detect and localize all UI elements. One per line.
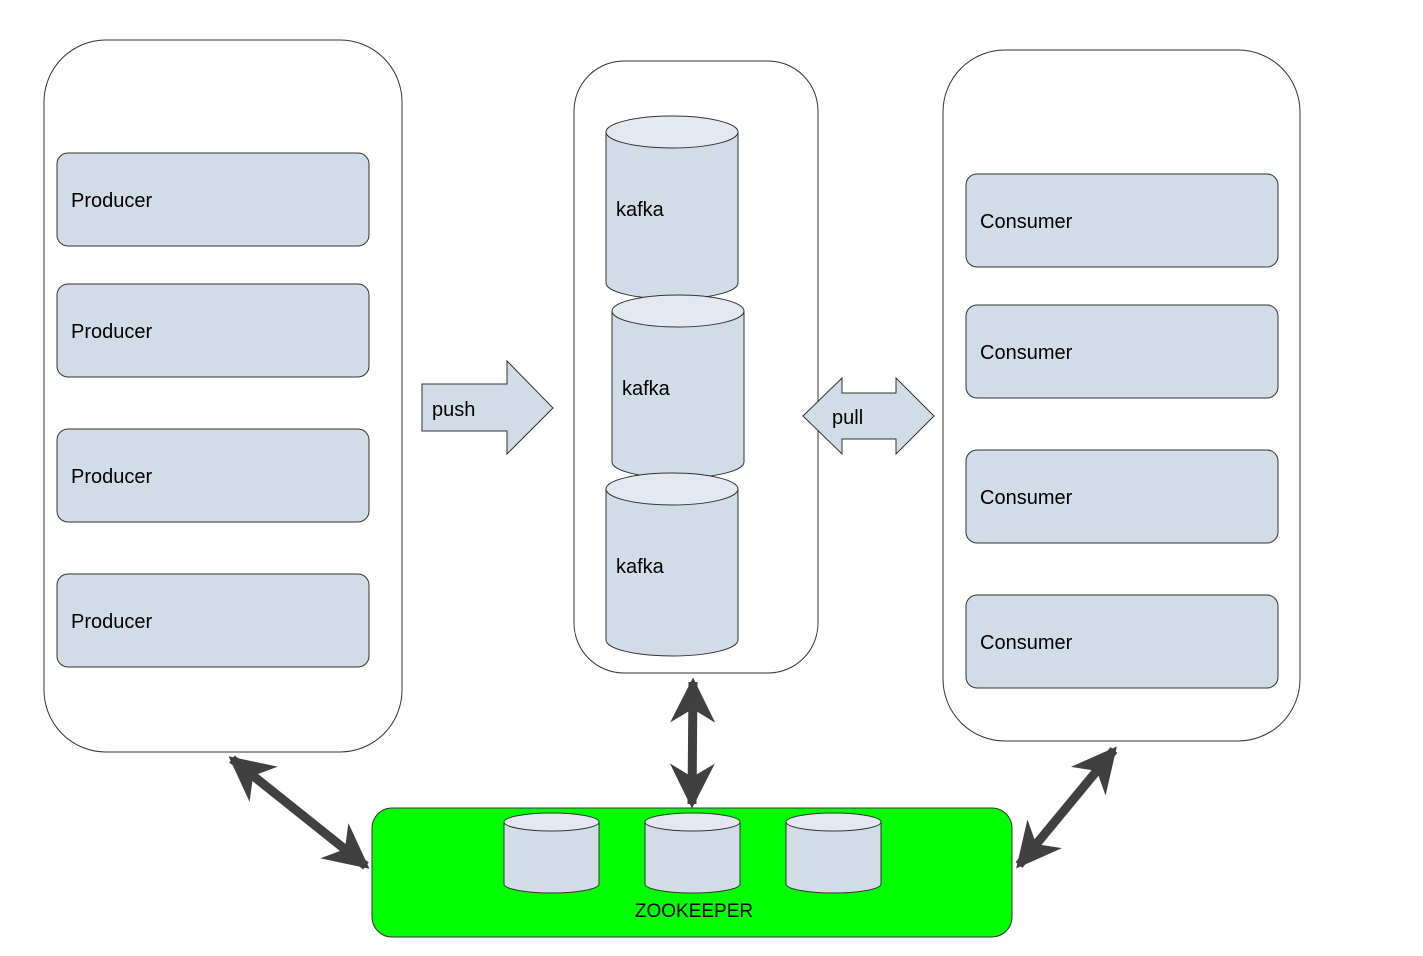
- zookeeper-label: ZOOKEEPER: [635, 901, 753, 922]
- producer-label: Producer: [71, 466, 152, 488]
- consumer-label: Consumer: [980, 487, 1073, 509]
- producer-label: Producer: [71, 321, 152, 343]
- zookeeper-ensemble: ZOOKEEPER: [371, 807, 1013, 938]
- kafka-architecture-diagram: ProducerProducerProducerProducer kafkaka…: [43, 39, 1301, 938]
- push-label: push: [432, 399, 475, 421]
- kafka-label: kafka: [616, 199, 665, 221]
- consumer-box: Consumer: [965, 594, 1279, 689]
- producer-box: Producer: [56, 428, 370, 523]
- pull-arrow: pull: [802, 376, 935, 456]
- broker-list: kafka kafka kafka: [605, 115, 745, 657]
- consumer-box: Consumer: [965, 173, 1279, 268]
- consumer-box: Consumer: [965, 304, 1279, 399]
- producer-label: Producer: [71, 190, 152, 212]
- zookeeper-node: [644, 812, 741, 894]
- consumer-label: Consumer: [980, 632, 1073, 654]
- kafka-broker: kafka: [611, 294, 745, 479]
- producer-label: Producer: [71, 611, 152, 633]
- pull-label: pull: [832, 407, 863, 429]
- producer-zookeeper-connector: [228, 755, 370, 870]
- consumer-box: Consumer: [965, 449, 1279, 544]
- push-arrow: push: [421, 359, 554, 456]
- kafka-zookeeper-connector: [669, 677, 716, 809]
- consumer-label: Consumer: [980, 342, 1073, 364]
- zookeeper-node: [503, 812, 600, 894]
- kafka-broker: kafka: [605, 115, 739, 300]
- kafka-label: kafka: [622, 378, 671, 400]
- zookeeper-node: [785, 812, 882, 894]
- kafka-broker: kafka: [605, 472, 739, 657]
- producer-box: Producer: [56, 573, 370, 668]
- producer-box: Producer: [56, 283, 370, 378]
- consumer-label: Consumer: [980, 211, 1073, 233]
- consumer-zookeeper-connector: [1015, 746, 1118, 869]
- producer-box: Producer: [56, 152, 370, 247]
- kafka-label: kafka: [616, 556, 665, 578]
